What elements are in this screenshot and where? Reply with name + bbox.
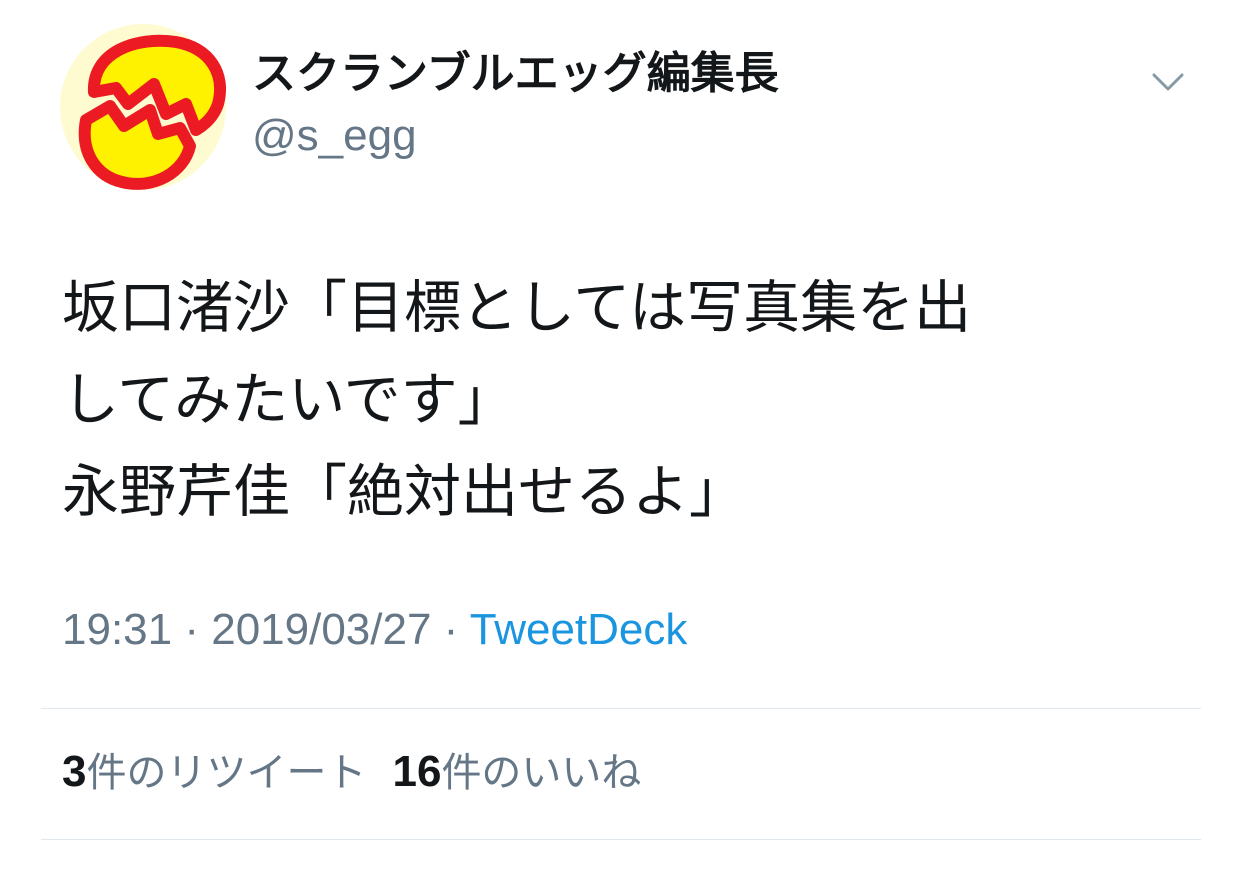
tweet-date[interactable]: 2019/03/27 xyxy=(211,605,431,654)
engagement-stats: 3件のリツイート 16件のいいね xyxy=(62,742,667,803)
tweet-text-line: 永野芹佳「絶対出せるよ」 xyxy=(62,459,746,525)
retweet-label: 件のリツイート xyxy=(86,750,367,796)
retweet-count: 3 xyxy=(62,747,87,796)
tweet-text-line: 坂口渚沙「目標としては写真集を出 xyxy=(62,275,972,341)
tweet-text-line: してみたいです」 xyxy=(62,367,515,433)
cracked-egg-icon xyxy=(60,24,226,190)
like-label: 件のいいね xyxy=(441,750,642,796)
likes-stat[interactable]: 16件のいいね xyxy=(392,747,642,796)
chevron-down-icon[interactable] xyxy=(1148,62,1188,102)
author-handle[interactable]: @s_egg xyxy=(252,108,417,164)
divider xyxy=(41,839,1201,840)
like-count: 16 xyxy=(392,747,442,796)
tweet-card: スクランブルエッグ編集長 @s_egg 坂口渚沙「目標としては写真集を出 してみ… xyxy=(0,0,1242,869)
author-avatar[interactable] xyxy=(58,22,228,192)
tweet-time[interactable]: 19:31 xyxy=(62,605,172,654)
divider xyxy=(41,708,1201,709)
tweet-source-link[interactable]: TweetDeck xyxy=(470,605,688,654)
meta-separator: · xyxy=(431,605,470,654)
author-name[interactable]: スクランブルエッグ編集長 xyxy=(252,44,779,104)
meta-separator: · xyxy=(172,605,212,654)
tweet-text: 坂口渚沙「目標としては写真集を出 してみたいです」 永野芹佳「絶対出せるよ」 xyxy=(62,262,1202,538)
retweets-stat[interactable]: 3件のリツイート xyxy=(62,747,367,796)
tweet-metadata: 19:31 · 2019/03/27 · TweetDeck xyxy=(62,600,687,660)
